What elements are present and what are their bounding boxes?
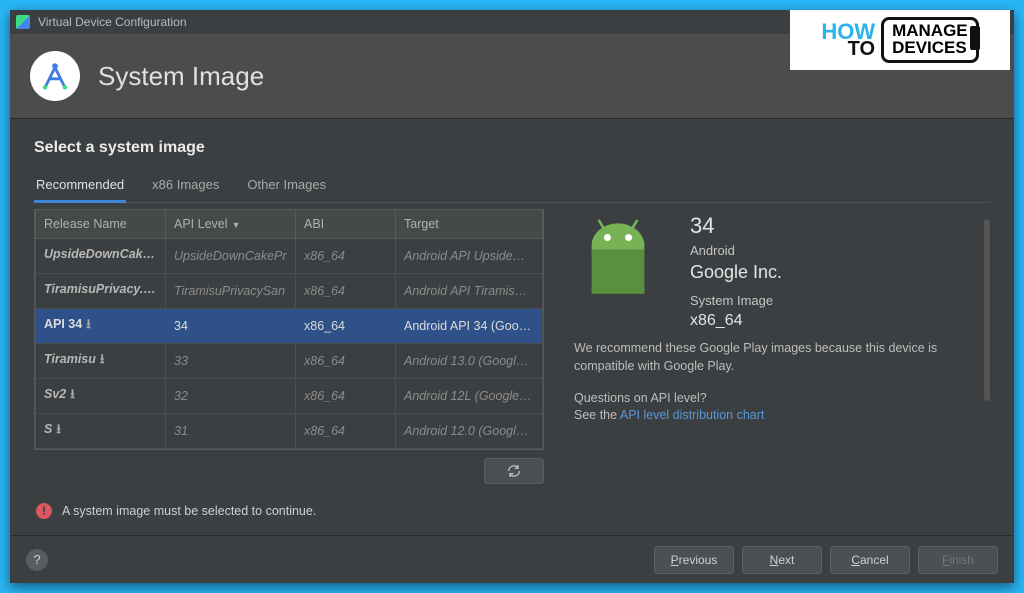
cell-target: Android 13.0 (Google Pla [396,344,543,379]
cell-abi: x86_64 [296,309,396,344]
table-row[interactable]: TiramisuPrivacy...⭳TiramisuPrivacySanx86… [36,274,543,309]
cell-api: UpsideDownCakePr [166,239,296,274]
tab-other-images[interactable]: Other Images [245,171,328,202]
detail-os-label: Android [690,243,782,258]
col-abi[interactable]: ABI [296,210,396,239]
error-banner: ! A system image must be selected to con… [34,491,990,525]
finish-button: Finish [918,546,998,574]
cell-api: 34 [166,309,296,344]
tabs: Recommended x86 Images Other Images [34,171,990,203]
cell-target: Android API 34 (Google [396,309,543,344]
cell-abi: x86_64 [296,379,396,414]
cell-release: Tiramisu⭳ [36,344,166,379]
detail-panel: 34 Android Google Inc. System Image x86_… [564,209,990,471]
previous-button[interactable]: Previous [654,546,734,574]
tab-recommended[interactable]: Recommended [34,171,126,203]
android-studio-icon [16,15,30,29]
cell-target: Android 12L (Google Pla [396,379,543,414]
col-api[interactable]: API Level▼ [166,210,296,239]
cancel-button[interactable]: Cancel [830,546,910,574]
sort-desc-icon: ▼ [232,220,241,230]
download-icon[interactable]: ⭳ [100,350,105,372]
system-image-table: Release Name API Level▼ ABI Target Upsid… [35,209,543,449]
image-table-panel: Release Name API Level▼ ABI Target Upsid… [34,209,544,471]
badge-line2: DEVICES [892,39,968,56]
download-icon[interactable]: ⭳ [70,385,75,407]
cell-abi: x86_64 [296,239,396,274]
detail-description: We recommend these Google Play images be… [574,340,980,375]
detail-api-level: 34 [690,213,782,239]
cell-release: API 34⭳ [36,309,166,344]
table-row[interactable]: UpsideDownCak...⭳UpsideDownCakePrx86_64A… [36,239,543,274]
cell-abi: x86_64 [296,274,396,309]
footer: ? Previous Next Cancel Finish [10,535,1014,583]
download-icon[interactable]: ⭳ [56,420,61,442]
badge-to: TO [848,41,875,57]
error-icon: ! [36,503,52,519]
table-row[interactable]: Tiramisu⭳33x86_64Android 13.0 (Google Pl… [36,344,543,379]
cell-api: 32 [166,379,296,414]
table-row[interactable]: API 34⭳34x86_64Android API 34 (Google [36,309,543,344]
table-row[interactable]: Sv2⭳32x86_64Android 12L (Google Pla [36,379,543,414]
cell-target: Android API TiramisuPriv [396,274,543,309]
subtitle: Select a system image [34,139,990,157]
cell-target: Android API UpsideDown [396,239,543,274]
cell-release: Sv2⭳ [36,379,166,414]
refresh-icon [506,463,522,479]
api-distribution-link[interactable]: API level distribution chart [620,408,765,422]
tab-x86-images[interactable]: x86 Images [150,171,221,202]
table-row[interactable]: S⭳31x86_64Android 12.0 (Google Pla [36,414,543,449]
android-icon [574,213,662,313]
detail-question: Questions on API level? [574,391,980,405]
error-text: A system image must be selected to conti… [62,504,316,518]
col-release[interactable]: Release Name [36,210,166,239]
cell-release: TiramisuPrivacy...⭳ [36,274,166,309]
detail-sysimg-label: System Image [690,293,782,308]
next-button[interactable]: Next [742,546,822,574]
download-icon[interactable]: ⭳ [86,315,91,337]
cell-abi: x86_64 [296,414,396,449]
cell-api: 33 [166,344,296,379]
scrollbar[interactable] [984,219,990,401]
detail-link-pre: See the [574,408,620,422]
help-button[interactable]: ? [26,549,48,571]
content-area: Select a system image Recommended x86 Im… [10,119,1014,535]
refresh-button[interactable] [484,458,544,484]
download-icon[interactable]: ⭳ [157,245,162,267]
detail-abi: x86_64 [690,312,782,330]
col-target[interactable]: Target [396,210,543,239]
badge-line1: MANAGE [892,22,968,39]
cell-api: 31 [166,414,296,449]
dialog-window: Virtual Device Configuration ✕ System Im… [10,10,1014,583]
detail-vendor: Google Inc. [690,262,782,283]
cell-release: S⭳ [36,414,166,449]
android-studio-logo [30,51,80,101]
page-title: System Image [98,61,264,92]
window-title: Virtual Device Configuration [38,15,187,29]
cell-abi: x86_64 [296,344,396,379]
cell-target: Android 12.0 (Google Pla [396,414,543,449]
cell-api: TiramisuPrivacySan [166,274,296,309]
phone-icon [970,26,980,50]
cell-release: UpsideDownCak...⭳ [36,239,166,274]
watermark-badge: HOW TO MANAGE DEVICES [790,10,1010,70]
